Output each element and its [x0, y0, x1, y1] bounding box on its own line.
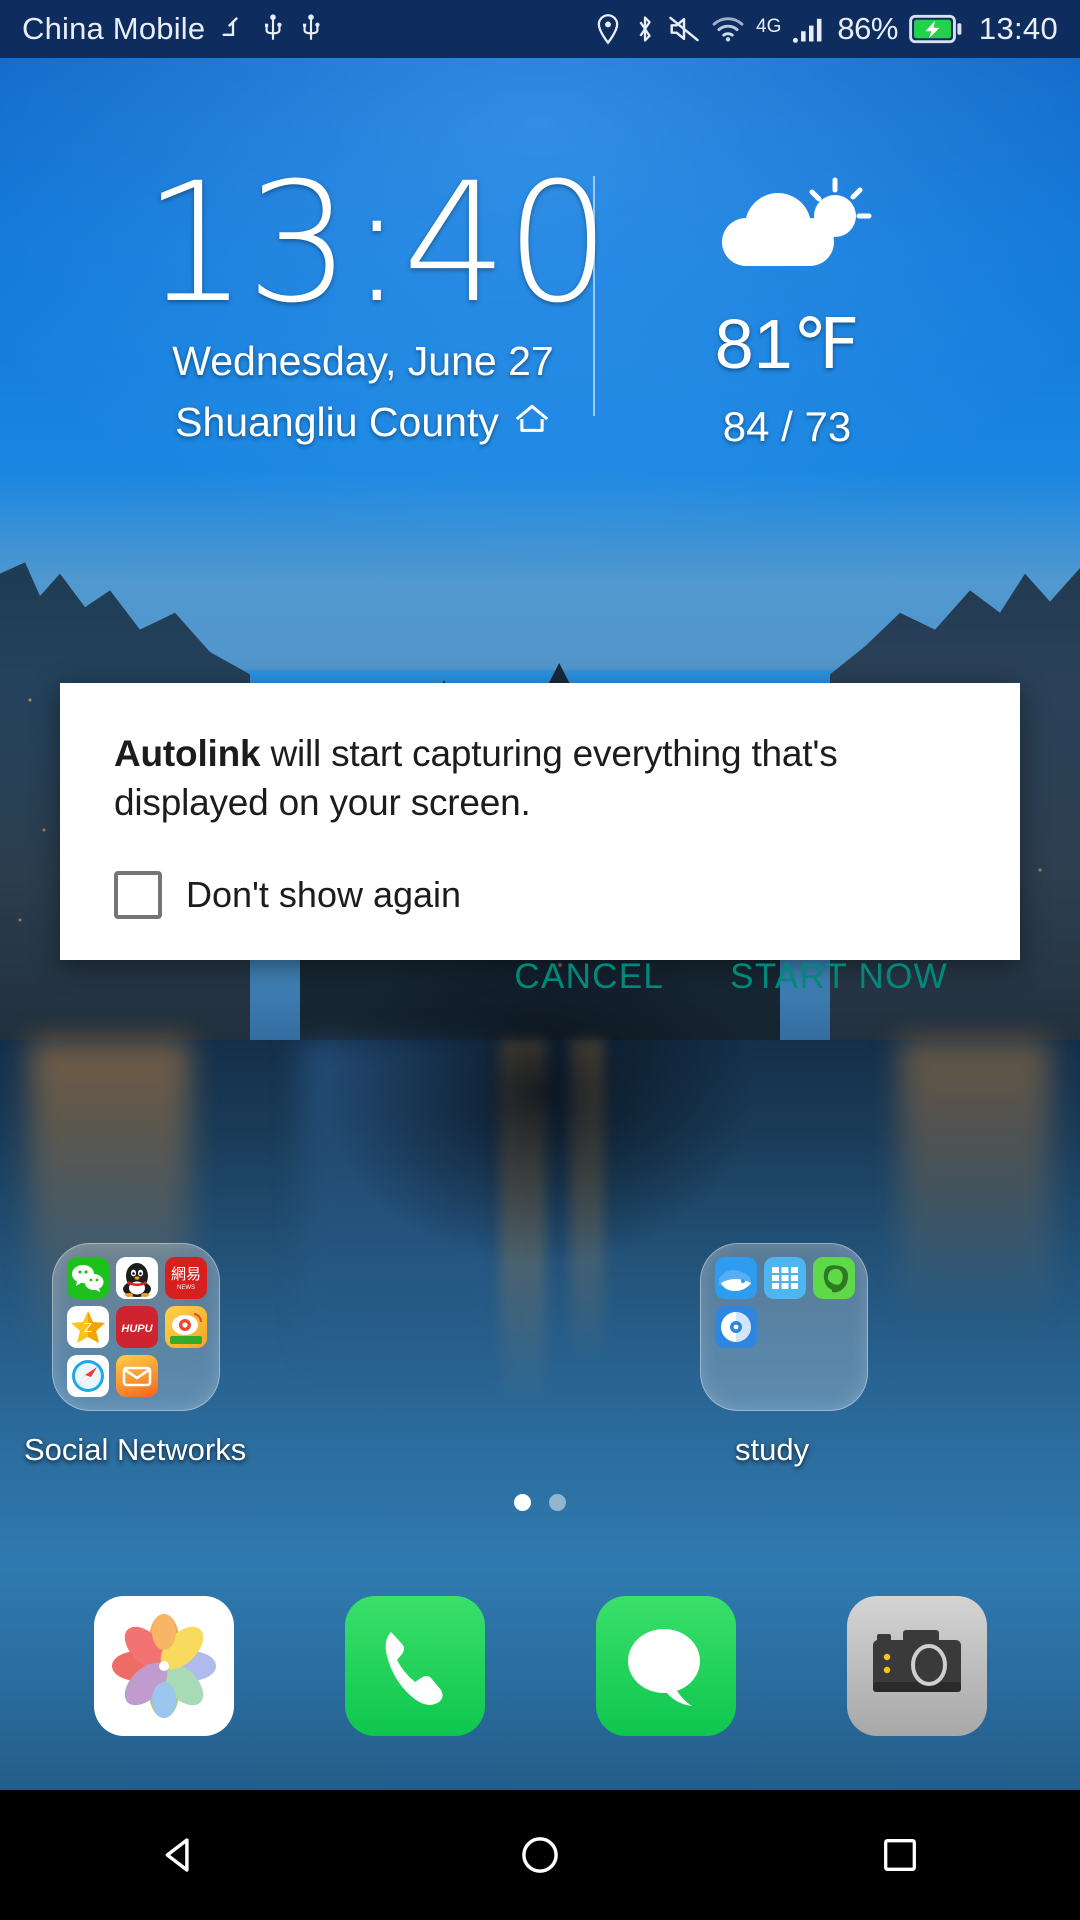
usb-icon: [299, 14, 323, 44]
location-icon: [594, 13, 622, 45]
folder-label-study: study: [735, 1432, 810, 1467]
wifi-icon: [711, 15, 745, 43]
folder-empty-slot: [813, 1355, 855, 1397]
widget-date: Wednesday, June 27: [172, 338, 554, 385]
dock-photos-icon[interactable]: [93, 1595, 234, 1736]
widget-location: Shuangliu County: [175, 399, 499, 446]
start-now-button[interactable]: START NOW: [730, 957, 948, 997]
clock-widget[interactable]: 13:40 Wednesday, June 27 Shuangliu Count…: [143, 147, 611, 446]
widget-divider: [593, 176, 595, 416]
dock-phone-icon[interactable]: [344, 1595, 485, 1736]
status-bar-right: 4G 86% 13:40: [594, 11, 1058, 47]
qzone-star-icon[interactable]: Z: [67, 1306, 109, 1348]
evernote-elephant-icon[interactable]: [813, 1257, 855, 1299]
folder-social-networks[interactable]: 網易 NEWS Z HUPU: [52, 1243, 220, 1411]
dock-messages-icon[interactable]: [595, 1595, 736, 1736]
signal-roaming-icon: [219, 15, 247, 43]
network-4g-icon: 4G: [756, 16, 782, 37]
navigation-bar: [0, 1790, 1080, 1920]
svg-text:NEWS: NEWS: [177, 1285, 195, 1291]
safari-compass-icon[interactable]: [67, 1355, 109, 1397]
clock-weather-widget[interactable]: 13:40 Wednesday, June 27 Shuangliu Count…: [0, 150, 1080, 450]
status-bar[interactable]: China Mobile 4G 86% 13:40: [0, 0, 1080, 58]
cancel-button[interactable]: CANCEL: [514, 957, 664, 997]
home-icon: [513, 399, 551, 446]
battery-charging-icon: [909, 14, 963, 44]
wechat-icon[interactable]: [67, 1257, 109, 1299]
carrier-label: China Mobile: [22, 11, 206, 46]
folder-study[interactable]: [700, 1243, 868, 1411]
dialog-dont-show-again-row[interactable]: Don't show again: [114, 871, 966, 920]
weibo-icon[interactable]: [165, 1306, 207, 1348]
folder-label-social-networks: Social Networks: [24, 1432, 247, 1467]
folder-empty-slot: [813, 1306, 855, 1348]
svg-text:HUPU: HUPU: [121, 1323, 153, 1335]
bluetooth-icon: [633, 13, 657, 45]
folder-empty-slot: [764, 1355, 806, 1397]
dont-show-again-label: Don't show again: [186, 874, 462, 916]
folder-empty-slot: [715, 1355, 757, 1397]
signal-bars-icon: [792, 14, 826, 44]
page-dot-2[interactable]: [549, 1494, 566, 1511]
svg-text:Z: Z: [84, 1321, 92, 1335]
weather-temperature: 81℉: [714, 305, 860, 383]
dictionary-icon[interactable]: [764, 1257, 806, 1299]
dock: [0, 1583, 1080, 1748]
wallpaper-center-shadow: [300, 960, 780, 1290]
disc-icon[interactable]: [715, 1306, 757, 1348]
netease-icon[interactable]: 網易 NEWS: [165, 1257, 207, 1299]
whale-icon[interactable]: [715, 1257, 757, 1299]
dialog-actions: CANCEL START NOW: [114, 957, 966, 997]
status-bar-left: China Mobile: [22, 11, 323, 47]
nav-recents-button[interactable]: [840, 1790, 960, 1920]
partly-cloudy-icon: [637, 174, 937, 299]
status-bar-clock: 13:40: [978, 11, 1058, 46]
nav-home-button[interactable]: [480, 1790, 600, 1920]
dock-camera-icon[interactable]: [846, 1595, 987, 1736]
hupu-icon[interactable]: HUPU: [116, 1306, 158, 1348]
page-dot-1[interactable]: [514, 1494, 531, 1511]
qq-penguin-icon[interactable]: [116, 1257, 158, 1299]
usb-icon: [261, 14, 285, 44]
nav-back-button[interactable]: [120, 1790, 240, 1920]
mute-icon: [668, 14, 700, 44]
widget-location-row: Shuangliu County: [143, 399, 583, 446]
page-indicator: [0, 1494, 1080, 1511]
mail-envelope-icon[interactable]: [116, 1355, 158, 1397]
dialog-message: Autolink will start capturing everything…: [114, 729, 966, 827]
svg-text:網易: 網易: [171, 1265, 201, 1283]
folder-empty-slot: [764, 1306, 806, 1348]
folder-empty-slot: [165, 1355, 207, 1397]
widget-clock: 13:40: [143, 147, 611, 339]
weather-high-low: 84 / 73: [722, 403, 852, 450]
screen-capture-dialog[interactable]: Autolink will start capturing everything…: [60, 683, 1020, 996]
dont-show-again-checkbox[interactable]: [114, 871, 162, 920]
weather-widget[interactable]: 81℉ 84 / 73: [637, 150, 937, 451]
battery-percent-label: 86%: [837, 11, 898, 46]
dialog-app-name: Autolink: [114, 733, 261, 774]
